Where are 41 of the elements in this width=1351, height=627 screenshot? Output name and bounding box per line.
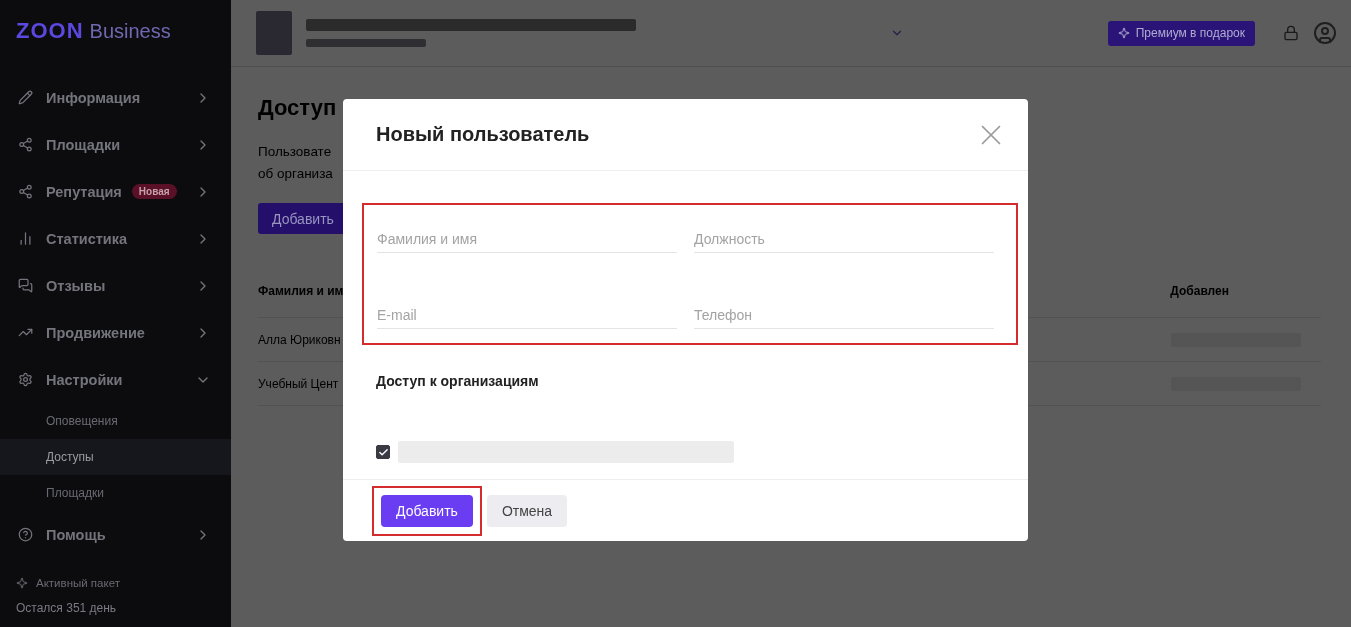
share-icon bbox=[18, 184, 33, 199]
chat-icon bbox=[18, 278, 33, 293]
checkbox[interactable] bbox=[376, 445, 390, 459]
settings-icon bbox=[18, 372, 33, 387]
sidebar-item[interactable]: Отзывы bbox=[0, 262, 231, 309]
lock-icon[interactable] bbox=[1283, 25, 1299, 41]
sidebar-subitem[interactable]: Доступы bbox=[0, 439, 231, 475]
sidebar-item[interactable]: Информация bbox=[0, 74, 231, 121]
sidebar-item[interactable]: Площадки bbox=[0, 121, 231, 168]
column-header: Добавлен bbox=[1170, 283, 1229, 298]
sidebar-subitem[interactable]: Оповещения bbox=[0, 403, 231, 439]
sparkle-icon bbox=[1117, 27, 1130, 39]
package-label: Активный пакет bbox=[36, 577, 120, 589]
sidebar-item[interactable]: Помощь bbox=[0, 511, 231, 558]
sidebar-item[interactable]: Репутация Новая bbox=[0, 168, 231, 215]
package-remaining: Остался 351 день bbox=[16, 601, 118, 615]
logo-text: ZOON bbox=[16, 18, 84, 44]
sidebar-subitem[interactable]: Площадки bbox=[0, 475, 231, 511]
bar-chart-icon bbox=[18, 231, 33, 246]
dialog-title: Новый пользователь bbox=[376, 123, 590, 146]
description-text: Пользовате bbox=[258, 143, 332, 161]
pencil-icon bbox=[18, 90, 33, 105]
sidebar-item[interactable]: Статистика bbox=[0, 215, 231, 262]
blurred-image-placeholder bbox=[256, 11, 292, 55]
logo-subtitle: Business bbox=[89, 20, 171, 43]
table-cell: Алла Юриковн bbox=[258, 332, 341, 347]
help-icon bbox=[18, 527, 33, 542]
share-icon bbox=[18, 137, 33, 152]
description-text: об организа bbox=[258, 165, 333, 183]
sidebar-item[interactable]: Настройки bbox=[0, 356, 231, 403]
page-title: Доступ bbox=[258, 95, 338, 121]
premium-button[interactable]: Премиум в подарок bbox=[1107, 20, 1255, 46]
sidebar-item[interactable]: Продвижение bbox=[0, 309, 231, 356]
section-title: Доступ к организациям bbox=[376, 373, 540, 389]
new-badge: Новая bbox=[131, 184, 177, 199]
column-header: Фамилия и им bbox=[258, 283, 344, 298]
sparkle-icon bbox=[16, 577, 28, 589]
add-button[interactable]: Добавить bbox=[381, 494, 473, 527]
cancel-button[interactable]: Отмена bbox=[486, 494, 568, 527]
user-icon[interactable] bbox=[1313, 21, 1337, 45]
table-cell: Учебный Цент bbox=[258, 376, 339, 391]
